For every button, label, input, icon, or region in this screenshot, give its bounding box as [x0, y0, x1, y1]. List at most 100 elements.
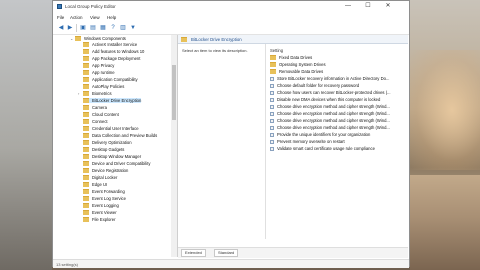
tree-item[interactable]: App Privacy [83, 63, 114, 69]
folder-icon [83, 203, 89, 209]
tree-item-label: Application Compatibility [92, 77, 138, 82]
tree-item-label: AutoPlay Policies [92, 84, 125, 89]
folder-icon [83, 98, 89, 104]
menu-help[interactable]: Help [107, 15, 116, 20]
setting-column-header[interactable]: Setting [270, 48, 283, 53]
app-icon [57, 4, 62, 9]
setting-row[interactable]: Store BitLocker recovery information in … [270, 76, 389, 81]
tree-item[interactable]: App runtime [83, 70, 115, 76]
setting-row[interactable]: Choose drive encryption method and ciphe… [270, 104, 390, 109]
tree-item[interactable]: Desktop Window Manager [83, 154, 141, 160]
tree-item[interactable]: Connect [83, 119, 108, 125]
setting-folder-row[interactable]: Removable Data Drives [270, 69, 323, 75]
tree-item-selected[interactable]: BitLocker Drive Encryption [83, 98, 142, 104]
tree-item[interactable]: Delivery Optimization [83, 140, 132, 146]
tree-item[interactable]: › Biometrics [78, 91, 112, 97]
tree-scrollbar[interactable] [171, 35, 177, 257]
setting-row[interactable]: Prevent memory overwrite on restart [270, 139, 345, 144]
tree-item[interactable]: Edge UI [83, 182, 107, 188]
tree-item-windows-components[interactable]: ⌄ Windows Components [70, 36, 126, 42]
tree-item[interactable]: Data Collection and Preview Builds [83, 133, 157, 139]
show-hide-tree-icon[interactable]: ▤ [89, 24, 97, 32]
folder-icon [83, 175, 89, 181]
tree-item-label: Credential User Interface [92, 126, 139, 131]
details-pane: BitLocker Drive Encryption Select an ite… [178, 35, 408, 258]
minimize-button[interactable]: — [339, 1, 357, 12]
tree-item[interactable]: Device Registration [83, 168, 129, 174]
setting-row[interactable]: Provide the unique identifiers for your … [270, 132, 370, 137]
folder-icon [83, 119, 89, 125]
tree-item[interactable]: Application Compatibility [83, 77, 138, 83]
filter-icon[interactable]: ▼ [129, 24, 137, 32]
tree-item[interactable]: Desktop Gadgets [83, 147, 124, 153]
setting-label: Choose drive encryption method and ciphe… [277, 125, 390, 130]
tree-item[interactable]: File Explorer [83, 217, 116, 223]
close-button[interactable]: ✕ [379, 1, 397, 12]
tree-item[interactable]: Cloud Content [83, 112, 119, 118]
setting-row[interactable]: Disable new DMA devices when this comput… [270, 97, 380, 102]
maximize-button[interactable]: ☐ [359, 1, 377, 12]
folder-icon [83, 112, 89, 118]
help-icon[interactable]: ? [109, 24, 117, 32]
up-folder-icon[interactable]: ▣ [79, 24, 87, 32]
tree-item[interactable]: Camera [83, 105, 107, 111]
setting-folder-row[interactable]: Fixed Data Drives [270, 55, 312, 61]
folder-icon [83, 189, 89, 195]
folder-icon [83, 84, 89, 90]
setting-row[interactable]: Choose default folder for recovery passw… [270, 83, 359, 88]
tree-item[interactable]: Credential User Interface [83, 126, 139, 132]
setting-row[interactable]: Choose drive encryption method and ciphe… [270, 125, 390, 130]
setting-label: Choose drive encryption method and ciphe… [277, 111, 390, 116]
setting-label: Choose how users can recover BitLocker-p… [277, 90, 391, 95]
expand-chevron-icon[interactable]: › [78, 91, 79, 96]
tree-item[interactable]: Event Log Service [83, 196, 126, 202]
menu-view[interactable]: View [90, 15, 100, 20]
folder-icon [83, 126, 89, 132]
back-arrow-icon[interactable]: ◀ [57, 24, 65, 32]
setting-folder-row[interactable]: Operating System Drives [270, 62, 326, 68]
folder-icon [75, 36, 81, 42]
tree-item[interactable]: Event Forwarding [83, 189, 125, 195]
tree-scrollbar-thumb[interactable] [172, 65, 176, 120]
properties-icon[interactable]: ▥ [119, 24, 127, 32]
folder-icon [83, 196, 89, 202]
tree-item-label: Event Viewer [92, 210, 117, 215]
tab-standard[interactable]: Standard [214, 249, 239, 257]
folder-icon [181, 37, 187, 42]
folder-icon [83, 49, 89, 55]
tree-item-label: Biometrics [92, 91, 112, 96]
setting-row[interactable]: Choose drive encryption method and ciphe… [270, 118, 390, 123]
folder-icon [83, 154, 89, 160]
tree-item-label: Device Registration [92, 168, 129, 173]
policy-setting-icon [270, 76, 274, 81]
tree-item-label: ActiveX Installer Service [92, 42, 138, 47]
folder-icon [83, 168, 89, 174]
setting-label: Disable new DMA devices when this comput… [277, 97, 381, 102]
folder-icon [83, 105, 89, 111]
export-list-icon[interactable]: ▦ [99, 24, 107, 32]
setting-row[interactable]: Choose how users can recover BitLocker-p… [270, 90, 391, 95]
menu-action[interactable]: Action [70, 15, 83, 20]
forward-arrow-icon[interactable]: ▶ [66, 24, 74, 32]
tree-item[interactable]: App Package Deployment [83, 56, 140, 62]
setting-row[interactable]: Choose drive encryption method and ciphe… [270, 111, 390, 116]
menu-file[interactable]: File [57, 15, 64, 20]
details-header: BitLocker Drive Encryption [178, 35, 408, 44]
tree-item[interactable]: AutoPlay Policies [83, 84, 125, 90]
collapse-chevron-icon[interactable]: ⌄ [70, 36, 73, 41]
tree-item-label: BitLocker Drive Encryption [92, 98, 142, 103]
tree-item[interactable]: Add features to Windows 10 [83, 49, 144, 55]
tree-item[interactable]: ActiveX Installer Service [83, 42, 138, 48]
tree-item[interactable]: Event Logging [83, 203, 119, 209]
policy-setting-icon [270, 118, 274, 123]
folder-icon [83, 133, 89, 139]
policy-setting-icon [270, 132, 274, 137]
folder-icon [83, 217, 89, 223]
desktop-background-left [0, 0, 52, 270]
tree-item[interactable]: Event Viewer [83, 210, 117, 216]
tree-item[interactable]: Device and Driver Compatibility [83, 161, 150, 167]
pane-divider[interactable] [265, 44, 266, 239]
setting-row[interactable]: Validate smart card certificate usage ru… [270, 146, 375, 151]
tab-extended[interactable]: Extended [181, 249, 206, 257]
tree-item[interactable]: Digital Locker [83, 175, 117, 181]
